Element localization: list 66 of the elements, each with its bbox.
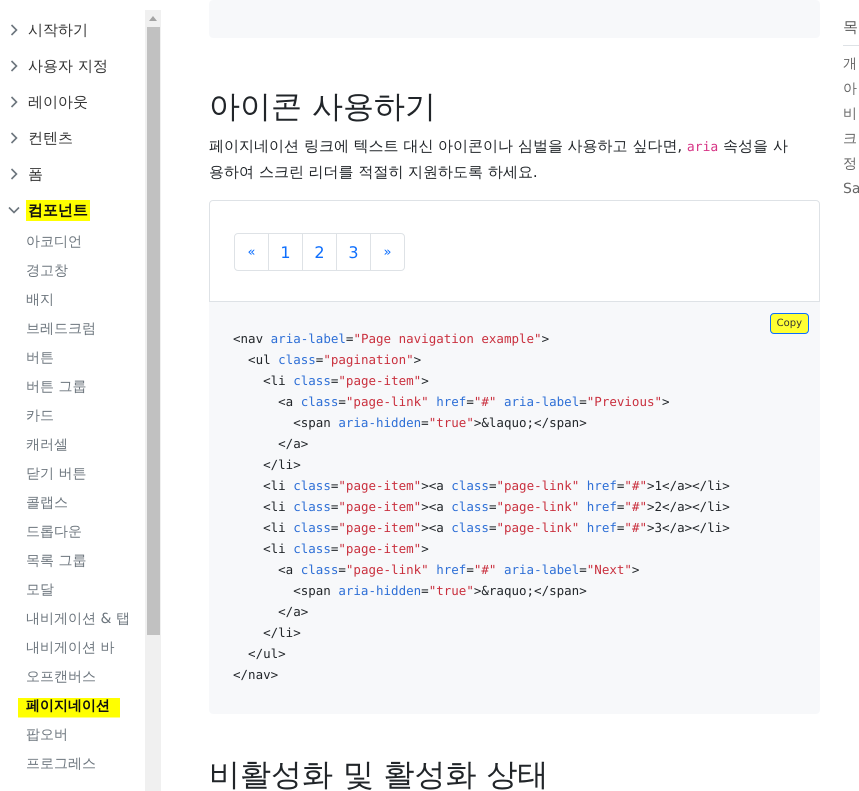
- sidebar-item[interactable]: 팝오버: [0, 721, 145, 750]
- toc-link[interactable]: 아: [843, 77, 859, 102]
- code-line: </a>: [277, 435, 308, 453]
- code-line: </nav>: [233, 666, 278, 684]
- sidebar-item[interactable]: 브레드크럼: [0, 315, 145, 344]
- sidebar-item[interactable]: 버튼 그룹: [0, 373, 145, 402]
- toc-link[interactable]: 개: [843, 52, 859, 77]
- chevron-icon: [8, 204, 20, 216]
- sidebar-group[interactable]: 컴포넌트: [0, 192, 145, 228]
- sidebar-item[interactable]: 목록 그룹: [0, 547, 145, 576]
- code-line: <nav aria-label="Page navigation example">: [233, 330, 550, 348]
- sidebar-item[interactable]: 모달: [0, 576, 145, 605]
- sidebar-item[interactable]: 버튼: [0, 344, 145, 373]
- scrollbar[interactable]: [145, 10, 161, 791]
- code-line: <ul class="pagination">: [247, 351, 422, 369]
- code-line: <a class="page-link" href="#" aria-label="Previous">: [277, 393, 670, 411]
- scrollbar-thumb[interactable]: [146, 27, 160, 635]
- chevron-icon: [8, 168, 20, 180]
- toc-link[interactable]: 비: [843, 102, 859, 127]
- code-line: <li class="page-item"><a class="page-link" href="#">1</a></li>: [262, 477, 730, 495]
- chevron-icon: [8, 96, 20, 108]
- code-line: <li class="page-item">: [262, 540, 429, 558]
- code-line: </ul>: [247, 645, 286, 663]
- sidebar-group[interactable]: 시작하기: [0, 12, 145, 48]
- chevron-icon: [8, 132, 20, 144]
- code-line: <span aria-hidden="true">&raquo;</span>: [292, 582, 587, 600]
- sidebar-item[interactable]: 내비게이션 바: [0, 634, 145, 663]
- section-heading: 아이콘 사용하기: [209, 88, 437, 126]
- sidebar-group[interactable]: 컨텐츠: [0, 120, 145, 156]
- toc-link[interactable]: 정: [843, 152, 859, 177]
- copy-button[interactable]: Copy: [770, 313, 809, 334]
- sidebar-item[interactable]: 프로그레스: [0, 750, 145, 779]
- code-line: </a>: [277, 603, 308, 621]
- code-line: <span aria-hidden="true">&laquo;</span>: [292, 414, 587, 432]
- toc-title: 목: [843, 18, 859, 46]
- page-link[interactable]: »: [370, 233, 405, 271]
- code-line: </li>: [262, 456, 301, 474]
- sidebar-group[interactable]: 폼: [0, 156, 145, 192]
- chevron-icon: [8, 24, 20, 36]
- sidebar-item[interactable]: 오프캔버스: [0, 663, 145, 692]
- code-line: <li class="page-item"><a class="page-link" href="#">2</a></li>: [262, 498, 730, 516]
- sidebar-item[interactable]: 카드: [0, 402, 145, 431]
- code-line: </li>: [262, 624, 301, 642]
- code-line: <a class="page-link" href="#" aria-label="Next">: [277, 561, 640, 579]
- sidebar-item[interactable]: 내비게이션 & 탭: [0, 605, 145, 634]
- sidebar-item[interactable]: 드롭다운: [0, 518, 145, 547]
- page-link[interactable]: 3: [336, 233, 371, 271]
- chevron-icon: [8, 60, 20, 72]
- sidebar-item[interactable]: 캐러셀: [0, 431, 145, 460]
- sidebar-item[interactable]: 배지: [0, 286, 145, 315]
- code-line: <li class="page-item"><a class="page-link" href="#">3</a></li>: [262, 519, 730, 537]
- page-link[interactable]: «: [234, 233, 269, 271]
- toc-link[interactable]: 크: [843, 127, 859, 152]
- page-link[interactable]: 2: [302, 233, 337, 271]
- scroll-up-icon[interactable]: [149, 16, 157, 21]
- sidebar-item[interactable]: 경고창: [0, 257, 145, 286]
- paragraph: 페이지네이션 링크에 텍스트 대신 아이콘이나 심벌을 사용하고 싶다면, aria 속성을 사용하여 스크린 리더를 적절히 지원하도록 하세요.: [209, 136, 789, 183]
- section-heading: 비활성화 및 활성화 상태: [209, 758, 550, 791]
- code-line: <li class="page-item">: [262, 372, 429, 390]
- sidebar-item[interactable]: 아코디언: [0, 228, 145, 257]
- sidebar-item[interactable]: 닫기 버튼: [0, 460, 145, 489]
- sidebar-group[interactable]: 레이아웃: [0, 84, 145, 120]
- sidebar-item[interactable]: 콜랩스: [0, 489, 145, 518]
- sidebar-group[interactable]: 사용자 지정: [0, 48, 145, 84]
- page-link[interactable]: 1: [268, 233, 303, 271]
- toc-link[interactable]: Sa: [843, 177, 859, 202]
